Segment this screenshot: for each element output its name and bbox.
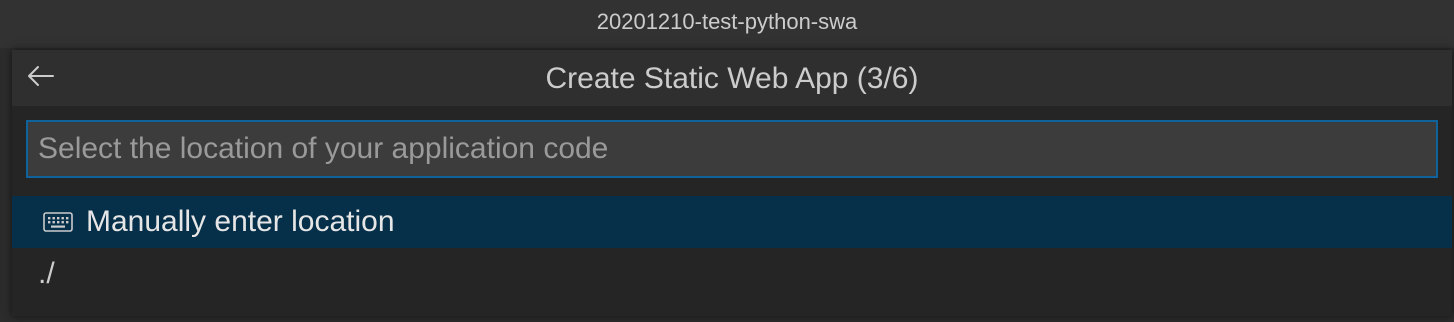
location-input[interactable] bbox=[26, 120, 1438, 178]
back-button[interactable] bbox=[24, 62, 56, 94]
list-item-label: ./ bbox=[38, 257, 55, 290]
quick-pick-panel: Create Static Web App (3/6) Select the l… bbox=[12, 50, 1452, 316]
quick-pick-list: Manually enter location ./ bbox=[12, 196, 1452, 300]
quick-pick-header: Create Static Web App (3/6) bbox=[12, 50, 1452, 106]
list-item-label: Manually enter location bbox=[86, 205, 395, 238]
arrow-left-icon bbox=[25, 64, 55, 93]
list-item-manually-enter-location[interactable]: Manually enter location bbox=[12, 196, 1452, 248]
keyboard-icon bbox=[42, 211, 74, 233]
window-title: 20201210-test-python-swa bbox=[0, 0, 1454, 48]
list-item-root-folder[interactable]: ./ bbox=[12, 248, 1452, 300]
quick-pick-title: Create Static Web App (3/6) bbox=[545, 62, 919, 95]
